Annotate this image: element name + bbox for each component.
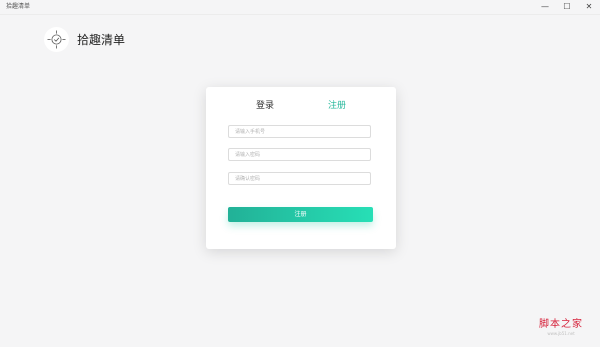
confirm-password-input[interactable]: [228, 172, 371, 185]
target-check-icon: [44, 27, 69, 52]
auth-tabs: 登录 注册: [206, 87, 396, 125]
title-bar: 拾趣清单 — ☐ ✕: [0, 0, 600, 15]
close-button[interactable]: ✕: [578, 0, 600, 14]
minimize-button[interactable]: —: [534, 0, 556, 14]
window-title: 拾趣清单: [6, 3, 31, 10]
tab-register[interactable]: 注册: [328, 100, 346, 112]
watermark-text: 脚本之家: [539, 319, 583, 330]
brand-header: 拾趣清单: [44, 27, 125, 52]
app-name: 拾趣清单: [77, 33, 126, 47]
register-button[interactable]: 注册: [228, 207, 373, 222]
phone-input[interactable]: [228, 125, 371, 138]
tab-login[interactable]: 登录: [256, 100, 274, 112]
watermark: 脚本之家 www.jb51.net: [526, 319, 596, 337]
maximize-button[interactable]: ☐: [556, 0, 578, 14]
watermark-url: www.jb51.net: [547, 331, 575, 336]
window-controls: — ☐ ✕: [534, 0, 600, 14]
password-input[interactable]: [228, 148, 371, 161]
register-card: 登录 注册 注册: [206, 87, 396, 249]
